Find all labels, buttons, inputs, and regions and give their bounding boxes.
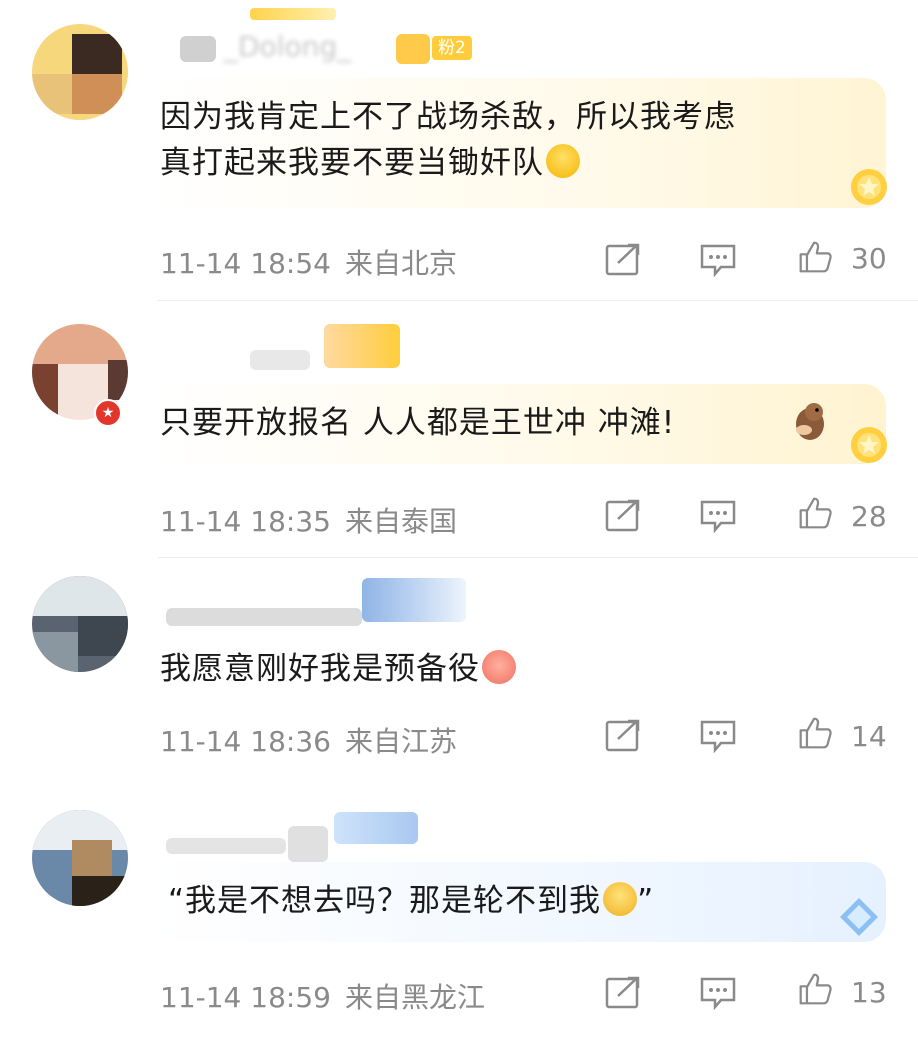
like-count: 14 [851,720,887,753]
fan-badge-blur [362,578,466,622]
repost-icon[interactable] [604,719,642,753]
avatar[interactable] [32,24,128,120]
username[interactable]: _Dolong_ [224,30,351,63]
username-blur [288,826,328,862]
like-count: 13 [851,976,887,1009]
username-blur [166,838,286,854]
cry-laugh-emoji [546,144,580,178]
avatar[interactable] [32,576,128,672]
comment-item: ★ 只要开放报名 人人都是王世冲 冲滩! 11-14 18:35 来自泰国 28 [0,300,918,558]
like-icon[interactable] [796,972,834,1006]
comment-location: 来自江苏 [344,725,457,758]
comment-location: 来自泰国 [344,505,457,538]
repost-icon[interactable] [604,499,642,533]
gold-medal-icon [851,169,887,205]
fan-badge-blur [334,812,418,844]
comment-text-line: 只要开放报名 人人都是王世冲 冲滩! [160,405,676,441]
like-count: 30 [851,242,887,275]
verified-badge-icon: ★ [94,399,122,427]
like-icon[interactable] [796,716,834,750]
username-blur [166,608,362,626]
comment-location: 来自黑龙江 [344,981,485,1014]
repost-icon[interactable] [604,243,642,277]
blue-diamond-medal-icon [840,898,878,936]
comment-text: 因为我肯定上不了战场杀敌，所以我考虑 真打起来我要不要当锄奸队 [160,94,736,186]
comment-meta: 11-14 18:35 来自泰国 [160,500,457,540]
comment-text: “我是不想去吗？那是轮不到我 ” [168,878,654,924]
comment-icon[interactable] [699,499,737,533]
like-count: 28 [851,500,887,533]
otter-emoji [796,403,824,440]
comment-meta: 11-14 18:59 来自黑龙江 [160,976,485,1016]
repost-icon[interactable] [604,976,642,1010]
comment-meta: 11-14 18:54 来自北京 [160,242,457,282]
username-blur [250,350,310,370]
comment-text-line: 因为我肯定上不了战场杀敌，所以我考虑 [160,99,736,135]
fan-badge: 粉2 [432,36,472,60]
fan-badge-blur [324,324,400,368]
comment-text-line: 真打起来我要不要当锄奸队 [160,145,544,181]
comment-time: 11-14 18:54 [160,247,331,280]
comment-text-line: “我是不想去吗？那是轮不到我 [168,883,602,919]
comment-item: 我愿意刚好我是预备役 11-14 18:36 来自江苏 14 [0,558,918,780]
like-icon[interactable] [796,496,834,530]
avatar[interactable] [32,810,128,906]
comment-time: 11-14 18:36 [160,725,331,758]
gold-medal-icon [851,427,887,463]
like-icon[interactable] [796,240,834,274]
comment-icon[interactable] [699,976,737,1010]
comment-item: “我是不想去吗？那是轮不到我 ” 11-14 18:59 来自黑龙江 13 [0,780,918,1047]
crying-emoji [603,882,638,916]
fan-badge-blur [396,34,430,64]
comment-icon[interactable] [699,719,737,753]
comment-icon[interactable] [699,243,737,277]
comment-time: 11-14 18:35 [160,505,331,538]
comment-text-line: 我愿意刚好我是预备役 [160,651,480,687]
comment-meta: 11-14 18:36 来自江苏 [160,720,457,760]
comment-text: 只要开放报名 人人都是王世冲 冲滩! [160,400,675,446]
poop-emoji [482,650,516,684]
comment-item: _Dolong_ 粉2 因为我肯定上不了战场杀敌，所以我考虑 真打起来我要不要当… [0,0,918,301]
comment-text: 我愿意刚好我是预备役 [160,646,516,692]
username-blur [180,36,216,62]
comment-text-tail: ” [637,883,655,919]
comment-time: 11-14 18:59 [160,981,331,1014]
comment-location: 来自北京 [344,247,457,280]
